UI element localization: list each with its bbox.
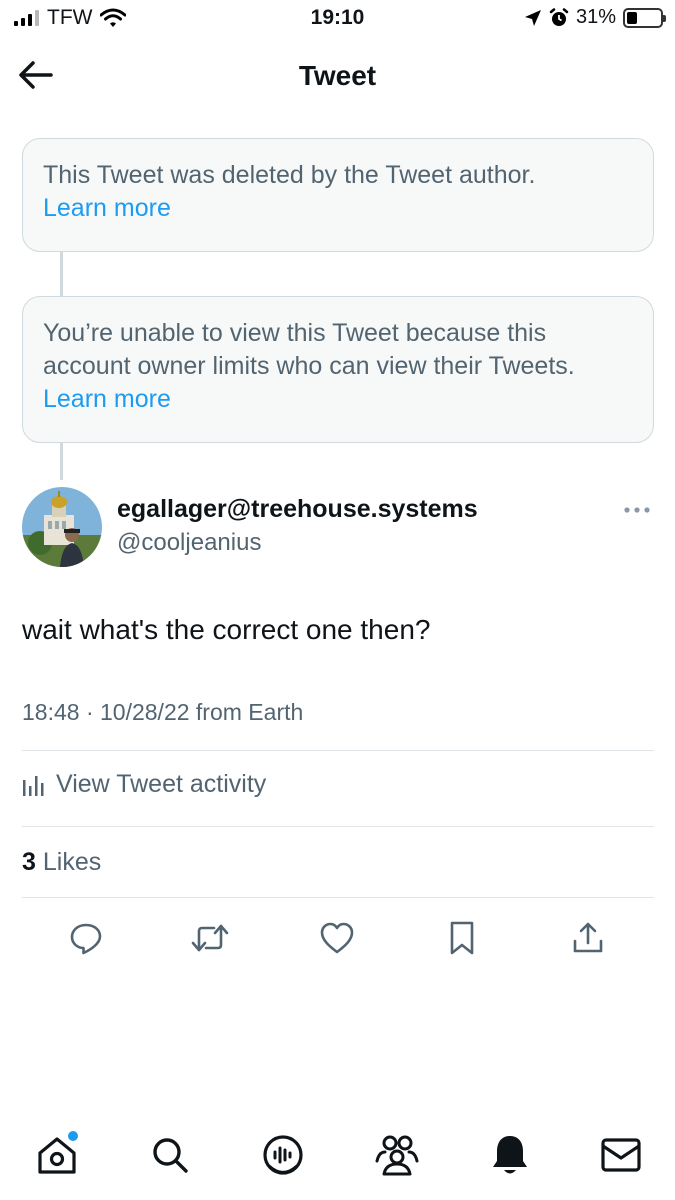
reply-button[interactable] (66, 918, 106, 958)
status-bar-right: 31% (524, 6, 666, 29)
likes-label: Likes (42, 848, 102, 876)
learn-more-link[interactable]: Learn more (43, 385, 171, 413)
activity-label: View Tweet activity (56, 770, 267, 798)
tab-spaces[interactable] (258, 1130, 308, 1180)
likes-count[interactable]: 3 Likes (22, 848, 101, 877)
tab-search[interactable] (145, 1130, 195, 1180)
status-bar: TFW 19:10 31% (0, 0, 675, 40)
author-handle[interactable]: @cooljeanius (117, 529, 261, 557)
divider (22, 826, 654, 827)
communities-icon (375, 1135, 419, 1176)
analytics-icon (23, 775, 44, 796)
more-options-button[interactable] (622, 500, 652, 520)
likes-number: 3 (22, 848, 36, 876)
retweet-icon (191, 924, 229, 952)
divider (22, 897, 654, 898)
author-name[interactable]: egallager@treehouse.systems (117, 495, 478, 524)
like-icon (320, 922, 354, 954)
notice-text: This Tweet was deleted by the Tweet auth… (43, 161, 536, 189)
tab-home[interactable] (32, 1130, 82, 1180)
like-button[interactable] (317, 918, 357, 958)
retweet-button[interactable] (190, 918, 230, 958)
home-notification-dot (68, 1131, 78, 1141)
battery-fill (627, 11, 637, 24)
tab-messages[interactable] (596, 1130, 646, 1180)
deleted-tweet-notice: This Tweet was deleted by the Tweet auth… (22, 138, 654, 252)
messages-icon (601, 1138, 641, 1172)
restricted-tweet-notice: You’re unable to view this Tweet because… (22, 296, 654, 443)
tweet-timestamp: 18:48 · 10/28/22 from Earth (22, 699, 304, 725)
alarm-icon (549, 7, 569, 26)
tab-communities[interactable] (372, 1130, 422, 1180)
bookmark-button[interactable] (442, 918, 482, 958)
share-button[interactable] (568, 918, 608, 958)
avatar-image (22, 487, 102, 567)
page-title: Tweet (298, 60, 377, 91)
search-icon (153, 1138, 188, 1173)
header: Tweet (0, 50, 675, 104)
more-dots-icon (624, 507, 650, 513)
thread-connector (60, 252, 63, 297)
view-tweet-activity-button[interactable]: View Tweet activity (22, 770, 266, 799)
reply-icon (70, 923, 102, 955)
tweet-action-bar (0, 918, 675, 958)
spaces-icon (263, 1135, 303, 1175)
bottom-tab-bar (0, 1130, 675, 1190)
bookmark-icon (450, 921, 474, 955)
tweet-text: wait what's the correct one then? (22, 614, 431, 645)
learn-more-link[interactable]: Learn more (43, 194, 171, 222)
divider (22, 750, 654, 751)
tab-notifications[interactable] (485, 1130, 535, 1180)
battery-icon (623, 7, 666, 28)
thread-connector (60, 443, 63, 480)
notifications-icon (493, 1136, 527, 1174)
battery-percent: 31% (575, 6, 616, 28)
share-icon (573, 922, 603, 953)
location-arrow-icon (524, 9, 541, 26)
notice-text: You’re unable to view this Tweet because… (43, 319, 575, 380)
avatar[interactable] (22, 487, 102, 567)
